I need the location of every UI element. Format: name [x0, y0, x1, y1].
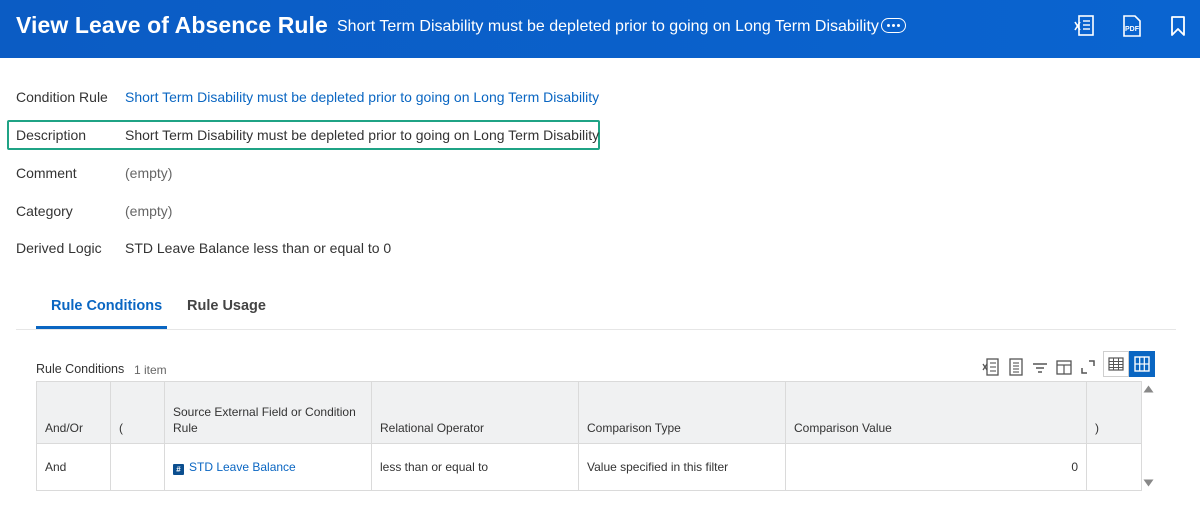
export-excel-icon[interactable] — [982, 357, 1000, 377]
category-value: (empty) — [125, 203, 173, 219]
grid-item-count: 1 item — [134, 363, 167, 377]
derived-logic-value: STD Leave Balance less than or equal to … — [125, 240, 392, 256]
export-pdf-icon[interactable] — [1007, 357, 1025, 377]
cell-operator: less than or equal to — [371, 443, 579, 491]
description-value: Short Term Disability must be depleted p… — [125, 127, 600, 143]
condition-rule-label: Condition Rule — [16, 89, 108, 105]
dot-icon — [887, 24, 890, 27]
related-actions-button[interactable] — [881, 18, 906, 33]
condition-rule-link[interactable]: Short Term Disability must be depleted p… — [125, 89, 599, 105]
column-header-comparison-value[interactable]: Comparison Value — [785, 381, 1087, 444]
export-to-excel-icon[interactable] — [1074, 14, 1096, 38]
cell-comparison-value: 0 — [785, 443, 1087, 491]
fullscreen-icon[interactable] — [1079, 357, 1097, 377]
filter-icon[interactable] — [1031, 357, 1049, 377]
tab-rule-usage[interactable]: Rule Usage — [187, 298, 266, 314]
cell-close-paren — [1086, 443, 1142, 491]
pdf-icon-label: PDF — [1125, 26, 1140, 33]
export-to-pdf-icon[interactable]: PDF — [1121, 14, 1143, 38]
column-header-comparison-type[interactable]: Comparison Type — [578, 381, 786, 444]
tab-rule-conditions[interactable]: Rule Conditions — [51, 298, 162, 314]
category-label: Category — [16, 203, 73, 219]
column-header-and-or[interactable]: And/Or — [36, 381, 111, 444]
grid-view-icon — [1134, 356, 1150, 372]
table-view-icon — [1108, 357, 1124, 371]
std-leave-balance-link[interactable]: STD Leave Balance — [189, 460, 296, 474]
bookmark-icon[interactable] — [1168, 14, 1188, 38]
table-header-row: And/Or ( Source External Field or Condit… — [36, 381, 1142, 444]
page-title: View Leave of Absence Rule — [16, 12, 328, 38]
derived-logic-label: Derived Logic — [16, 240, 102, 256]
cell-source: # STD Leave Balance — [164, 443, 372, 491]
cell-comparison-type: Value specified in this filter — [578, 443, 786, 491]
cell-and-or: And — [36, 443, 111, 491]
description-label: Description — [16, 127, 87, 143]
scroll-up-icon[interactable] — [1143, 385, 1154, 393]
comment-value: (empty) — [125, 165, 173, 181]
column-header-open-paren[interactable]: ( — [110, 381, 165, 444]
column-config-icon[interactable] — [1055, 357, 1073, 377]
column-header-close-paren[interactable]: ) — [1086, 381, 1142, 444]
comment-label: Comment — [16, 165, 77, 181]
column-header-relational-operator[interactable]: Relational Operator — [371, 381, 579, 444]
scroll-down-icon[interactable] — [1143, 479, 1154, 487]
grid-title: Rule Conditions — [36, 362, 125, 376]
grid-view-toggle[interactable] — [1129, 351, 1155, 377]
instance-badge-icon: # — [173, 463, 184, 475]
dot-icon — [897, 24, 900, 27]
table-row: And # STD Leave Balance less than or equa… — [36, 443, 1142, 491]
dot-icon — [892, 24, 895, 27]
table-view-toggle[interactable] — [1103, 351, 1129, 377]
rule-conditions-table: And/Or ( Source External Field or Condit… — [36, 381, 1142, 491]
active-tab-indicator — [36, 326, 167, 329]
column-header-source[interactable]: Source External Field or Condition Rule — [164, 381, 372, 444]
cell-open-paren — [110, 443, 165, 491]
page-header: View Leave of Absence Rule Short Term Di… — [0, 0, 1200, 58]
tab-bar: Rule Conditions Rule Usage — [16, 290, 1176, 330]
page-subtitle: Short Term Disability must be depleted p… — [337, 18, 879, 35]
